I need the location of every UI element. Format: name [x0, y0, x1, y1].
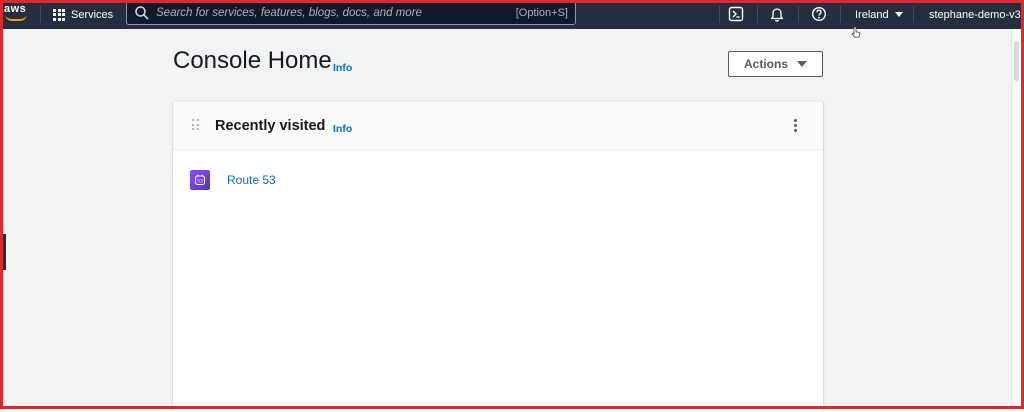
divider [798, 6, 799, 23]
grid-icon [53, 8, 65, 21]
search-input[interactable]: Search for services, features, blogs, do… [126, 1, 576, 25]
svg-text:53: 53 [197, 179, 203, 185]
account-menu[interactable]: stephane-demo-v3 [929, 0, 1021, 29]
divider [719, 6, 720, 23]
widget-info-link[interactable]: Info [333, 123, 352, 135]
route53-icon: 53 [190, 170, 210, 190]
help-icon[interactable] [810, 5, 828, 23]
top-navigation-bar: aws Services Search for services, featur… [0, 0, 1024, 29]
aws-smile-icon [5, 14, 27, 21]
region-label: Ireland [855, 8, 889, 21]
actions-label: Actions [743, 57, 788, 71]
search-shortcut-hint: [Option+S] [515, 7, 568, 19]
caret-down-icon [797, 61, 807, 67]
service-link[interactable]: Route 53 [227, 173, 276, 187]
caret-down-icon [894, 12, 903, 17]
list-item[interactable]: 53 Route 53 [190, 170, 276, 190]
drag-handle-icon[interactable] [192, 119, 200, 131]
pointer-cursor-icon [851, 26, 861, 38]
divider [757, 6, 758, 23]
cloudshell-icon[interactable] [727, 5, 745, 23]
more-options-icon[interactable] [791, 119, 799, 133]
right-scrollbar[interactable] [1011, 29, 1021, 406]
left-drawer-tab[interactable] [0, 234, 6, 270]
page-title: Console Home [173, 47, 332, 74]
divider [840, 6, 841, 23]
divider [40, 6, 41, 23]
services-label: Services [71, 8, 114, 21]
aws-logo[interactable]: aws [4, 2, 30, 22]
divider [913, 6, 914, 23]
widget-header: Recently visited Info [173, 102, 823, 150]
region-selector[interactable]: Ireland [855, 0, 903, 29]
title-info-link[interactable]: Info [333, 62, 352, 74]
scrollbar-thumb[interactable] [1014, 41, 1019, 81]
recently-visited-widget: Recently visited Info 53 Route 53 [173, 101, 823, 412]
account-name: stephane-demo-v3 [929, 8, 1021, 21]
widget-title: Recently visited [215, 118, 326, 134]
search-placeholder: Search for services, features, blogs, do… [156, 7, 422, 19]
search-icon [135, 6, 149, 20]
actions-button[interactable]: Actions [728, 51, 823, 77]
services-menu-button[interactable]: Services [53, 0, 113, 29]
bell-icon[interactable] [768, 5, 786, 23]
